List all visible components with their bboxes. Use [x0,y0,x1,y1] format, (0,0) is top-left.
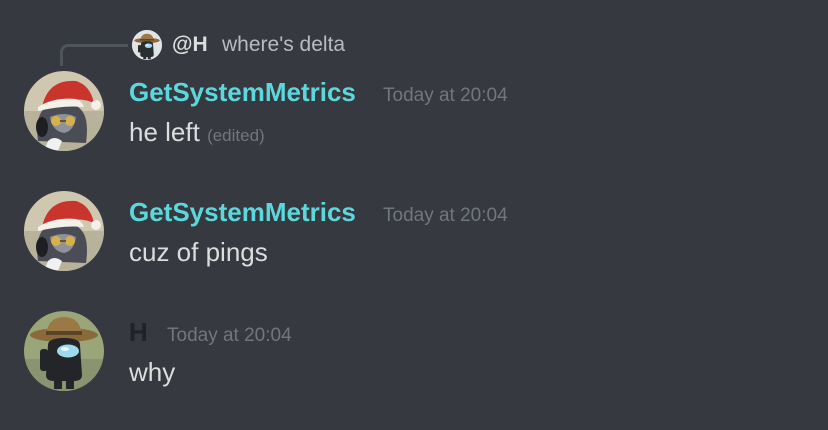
cowboy-crewmate-avatar-icon[interactable] [24,311,104,391]
santa-hat-cat-avatar-icon[interactable] [24,71,104,151]
reply-reference[interactable]: @H where's delta [60,26,760,66]
message-author[interactable]: GetSystemMetrics [129,196,356,228]
chat-log: @H where's delta GetSystemMetrics Today … [0,0,828,430]
message-timestamp[interactable]: Today at 20:04 [383,202,508,230]
message-timestamp[interactable]: Today at 20:04 [167,322,292,350]
reply-connector-line [60,44,128,66]
message-text: cuz of pings [129,237,268,267]
reply-message-preview[interactable]: where's delta [222,31,345,59]
santa-hat-cat-avatar-icon[interactable] [24,191,104,271]
message-timestamp[interactable]: Today at 20:04 [383,82,508,110]
message-content: he left (edited) [129,115,265,153]
edited-label: (edited) [207,126,265,145]
cowboy-crewmate-avatar-icon[interactable] [132,30,162,60]
message-content: why [129,355,175,389]
reply-author-mention[interactable]: @H [172,31,208,59]
message-text: why [129,357,176,387]
message-author[interactable]: H [129,316,148,348]
message-text: he left [129,117,200,147]
message-content: cuz of pings [129,235,268,269]
message-author[interactable]: GetSystemMetrics [129,76,356,108]
